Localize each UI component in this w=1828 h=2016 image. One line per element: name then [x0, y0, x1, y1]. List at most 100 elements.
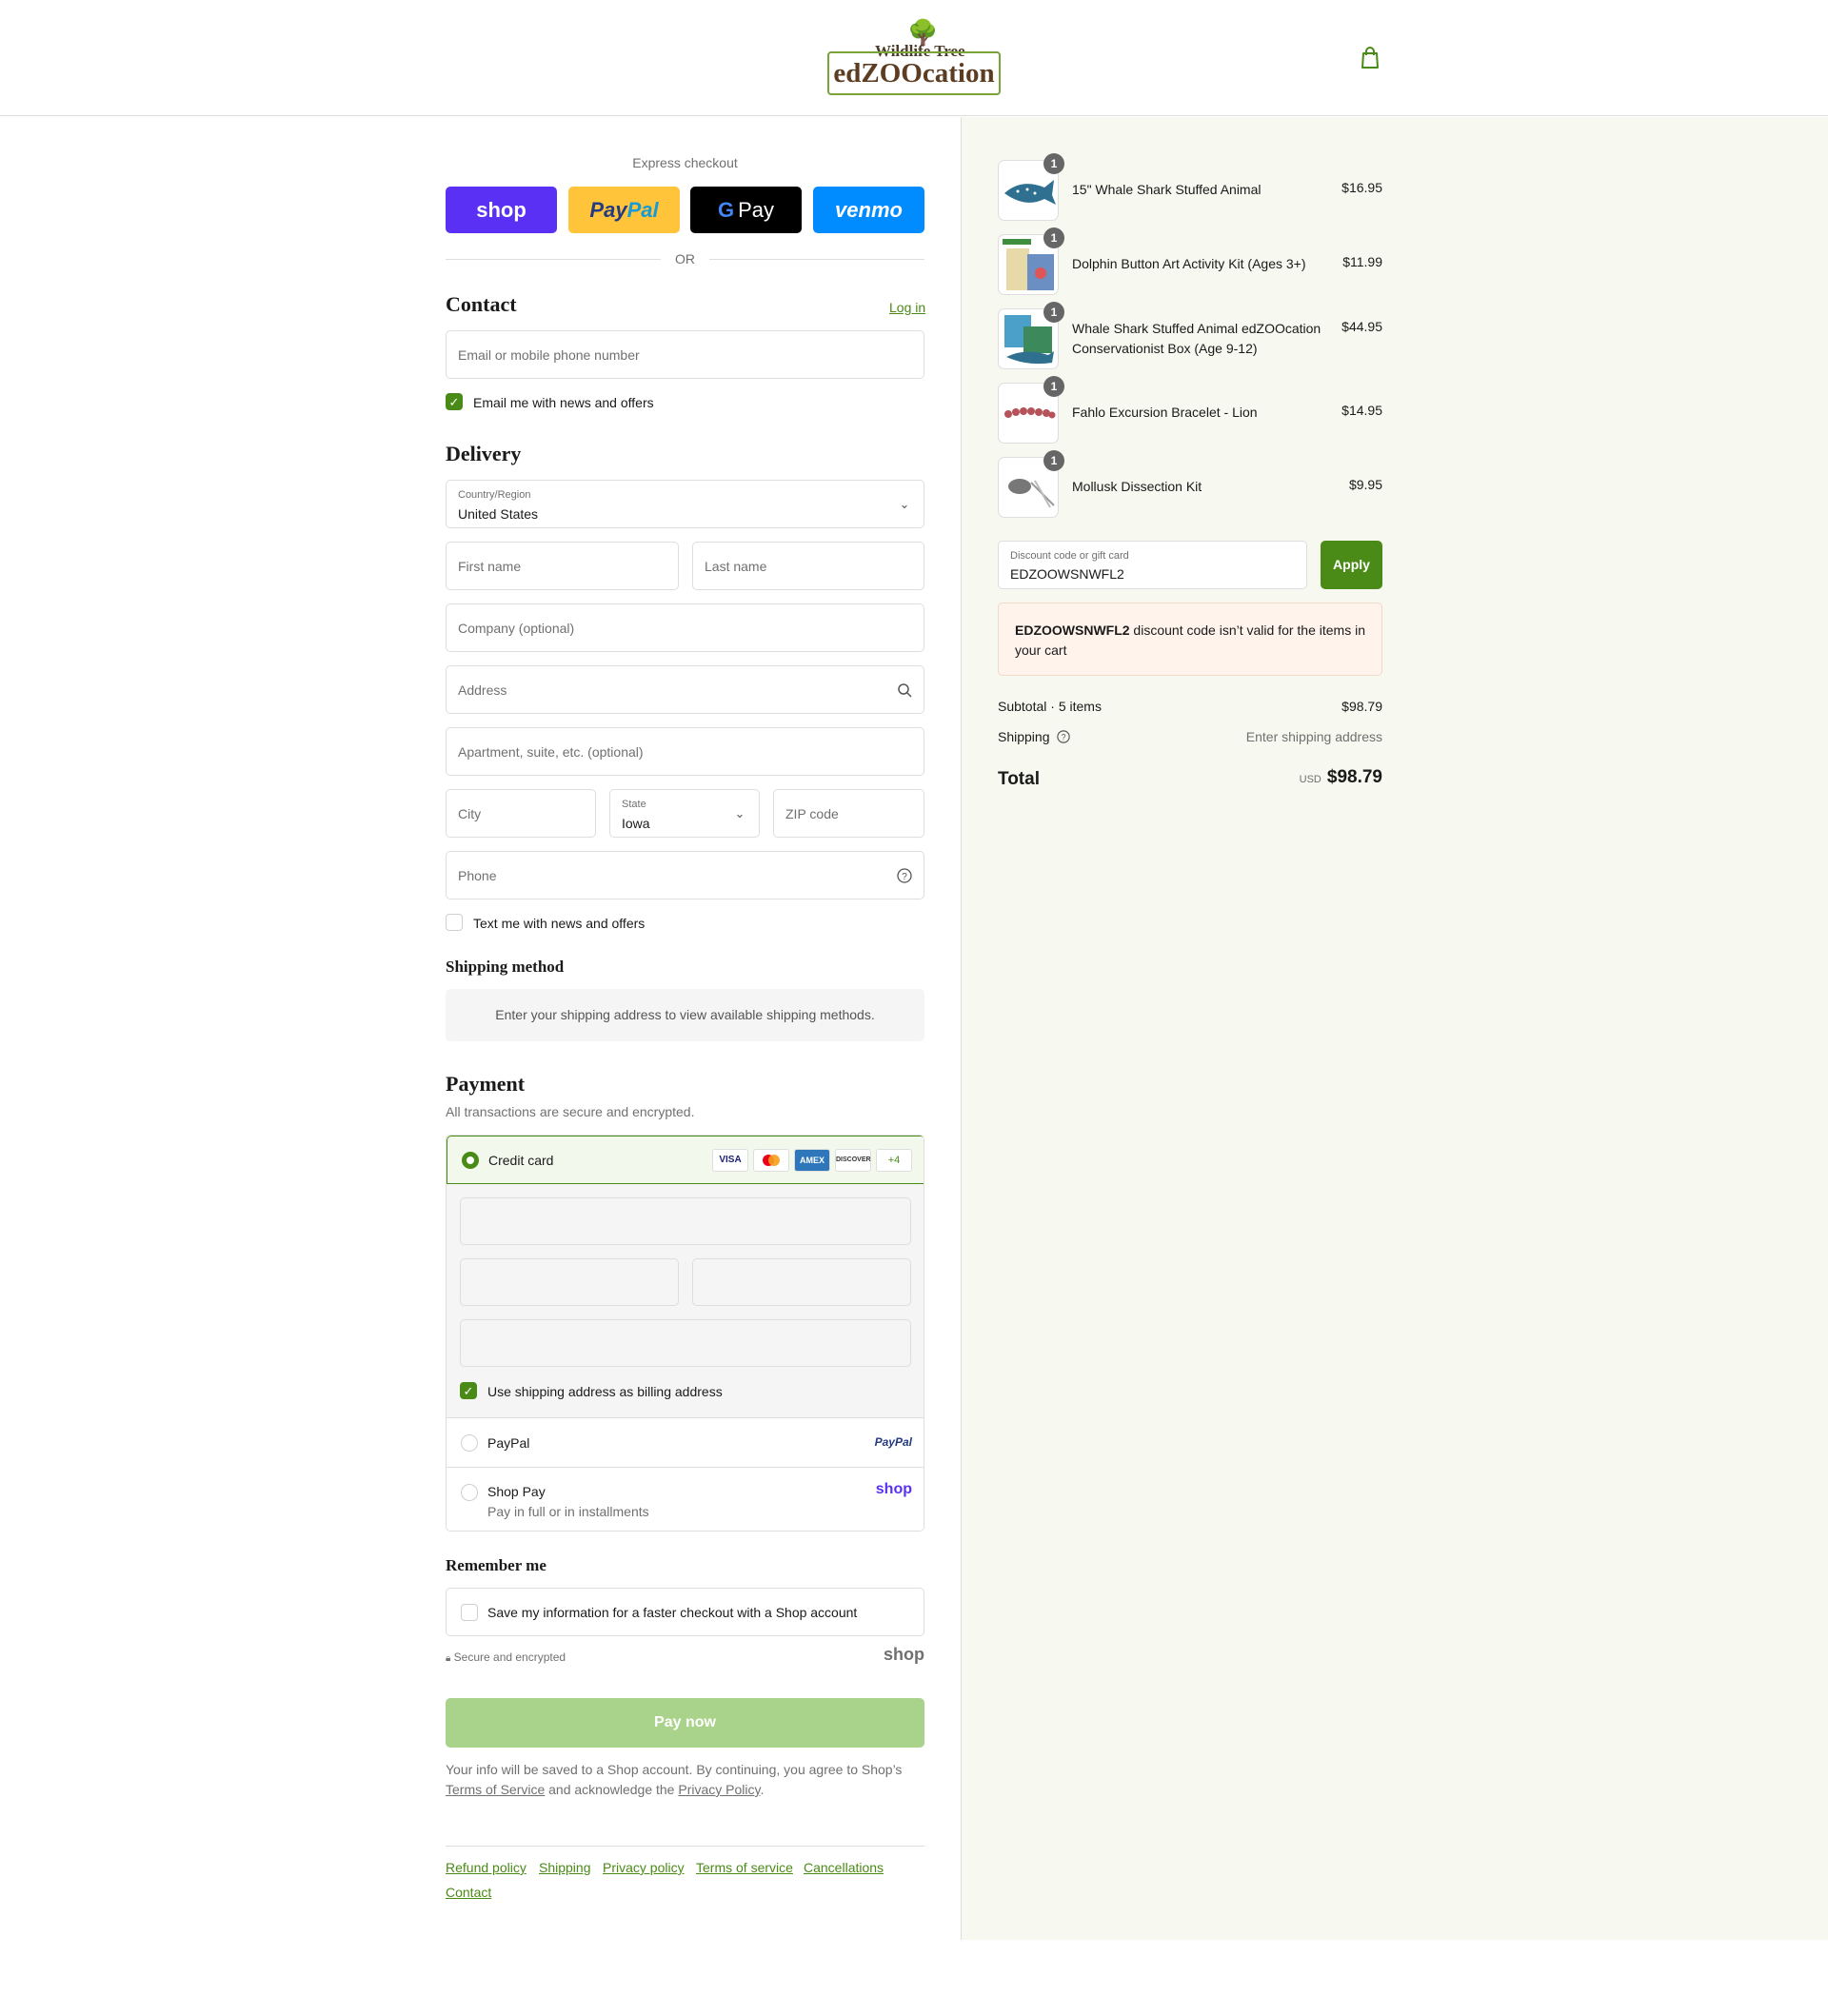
apartment-field[interactable]: Apartment, suite, etc. (optional): [446, 727, 924, 776]
email-news-checkbox[interactable]: ✓: [446, 393, 463, 410]
save-info-checkbox[interactable]: [461, 1604, 478, 1621]
item-price: $9.95: [1348, 477, 1382, 492]
chevron-down-icon: ⌄: [734, 806, 745, 820]
text-news-checkbox[interactable]: [446, 914, 463, 931]
shop-pay-subtitle: Pay in full or in installments: [487, 1504, 649, 1519]
venmo-express-button[interactable]: venmo: [813, 187, 924, 233]
terms-of-service-link[interactable]: Terms of Service: [446, 1782, 545, 1797]
shop-pay-option[interactable]: Shop Pay Pay in full or in installments …: [447, 1467, 924, 1531]
item-qty-badge: 1: [1043, 227, 1064, 248]
credit-card-option[interactable]: Credit card VISA AMEX DISCOVER +4: [447, 1136, 924, 1184]
item-name: Fahlo Excursion Bracelet - Lion: [1072, 405, 1258, 420]
more-cards-badge[interactable]: +4: [876, 1149, 912, 1172]
address-field[interactable]: Address: [446, 665, 924, 714]
apply-discount-button[interactable]: Apply: [1321, 541, 1382, 589]
or-divider: OR: [446, 249, 924, 268]
google-pay-express-button[interactable]: G Pay: [690, 187, 802, 233]
footer-refund-policy[interactable]: Refund policy: [446, 1860, 527, 1875]
pay-now-button[interactable]: Pay now: [446, 1698, 924, 1748]
paypal-radio[interactable]: [461, 1434, 478, 1452]
privacy-policy-link[interactable]: Privacy Policy: [678, 1782, 760, 1797]
google-icon: G: [717, 197, 735, 222]
payment-methods: Credit card VISA AMEX DISCOVER +4 ✓ Use …: [446, 1135, 924, 1532]
shop-footer-logo: shop: [884, 1645, 924, 1664]
card-number-field[interactable]: [460, 1197, 911, 1245]
footer-divider: [446, 1846, 924, 1847]
help-circle-icon[interactable]: ?: [1057, 730, 1071, 743]
item-name: 15" Whale Shark Stuffed Animal: [1072, 182, 1262, 197]
order-summary: [961, 117, 1828, 1940]
paypal-option[interactable]: PayPal PayPal: [447, 1417, 924, 1467]
shipping-label: Shipping ?: [998, 729, 1071, 744]
item-qty-badge: 1: [1043, 450, 1064, 471]
remember-me-box: Save my information for a faster checkou…: [446, 1588, 924, 1636]
currency-code: USD: [1299, 774, 1321, 785]
subtotal-label: Subtotal · 5 items: [998, 699, 1102, 714]
text-news-label: Text me with news and offers: [473, 916, 646, 931]
card-cvv-field[interactable]: [692, 1258, 911, 1306]
login-link[interactable]: Log in: [889, 300, 925, 315]
footer-cancellations[interactable]: Cancellations: [804, 1860, 884, 1875]
visa-icon: VISA: [712, 1149, 748, 1172]
item-price: $44.95: [1341, 319, 1382, 334]
shop-logo: shop: [875, 1481, 912, 1497]
last-name-field[interactable]: Last name: [692, 542, 924, 590]
chevron-down-icon: ⌄: [899, 497, 910, 511]
payment-subtitle: All transactions are secure and encrypte…: [446, 1104, 695, 1119]
search-icon: [898, 683, 912, 698]
total-value: USD $98.79: [1299, 767, 1382, 787]
shop-pay-express-button[interactable]: shop: [446, 187, 557, 233]
company-field[interactable]: Company (optional): [446, 603, 924, 652]
lock-icon: 🔒︎: [446, 1653, 451, 1664]
shop-pay-radio[interactable]: [461, 1484, 478, 1501]
mastercard-icon: [753, 1149, 789, 1172]
legal-text: Your info will be saved to a Shop accoun…: [446, 1762, 903, 1797]
contact-title: Contact: [446, 292, 517, 316]
footer-privacy-policy[interactable]: Privacy policy: [603, 1860, 685, 1875]
item-qty-badge: 1: [1043, 376, 1064, 397]
shopping-bag-icon[interactable]: [1360, 47, 1381, 69]
discount-code-field[interactable]: Discount code or gift card EDZOOWSNWFL2: [998, 541, 1307, 589]
subtotal-value: $98.79: [1341, 699, 1382, 714]
email-news-label: Email me with news and offers: [473, 395, 654, 410]
delivery-title: Delivery: [446, 442, 522, 465]
help-circle-icon[interactable]: ?: [897, 868, 912, 883]
credit-card-radio[interactable]: [462, 1152, 479, 1169]
billing-same-checkbox[interactable]: ✓: [460, 1382, 477, 1399]
paypal-express-button[interactable]: Pay Pal: [568, 187, 680, 233]
header: 🌳 Wildlife Tree edZOOcation: [0, 0, 1828, 116]
shipping-value: Enter shipping address: [1245, 729, 1382, 744]
item-price: $16.95: [1341, 180, 1382, 195]
email-field[interactable]: Email or mobile phone number: [446, 330, 924, 379]
first-name-field[interactable]: First name: [446, 542, 679, 590]
item-name: Dolphin Button Art Activity Kit (Ages 3+…: [1072, 256, 1306, 271]
svg-text:?: ?: [902, 872, 907, 882]
country-select[interactable]: Country/Region United States ⌄: [446, 480, 924, 528]
discover-icon: DISCOVER: [835, 1149, 871, 1172]
phone-field[interactable]: Phone ?: [446, 851, 924, 899]
item-name: Mollusk Dissection Kit: [1072, 479, 1202, 494]
discount-error-message: EDZOOWSNWFL2 discount code isn’t valid f…: [998, 603, 1382, 676]
remember-me-title: Remember me: [446, 1556, 546, 1574]
footer-terms-of-service[interactable]: Terms of service: [696, 1860, 793, 1875]
shipping-method-title: Shipping method: [446, 958, 565, 976]
shipping-method-info: Enter your shipping address to view avai…: [446, 989, 924, 1041]
state-select[interactable]: State Iowa ⌄: [609, 789, 760, 838]
billing-same-label: Use shipping address as billing address: [487, 1384, 723, 1399]
payment-title: Payment: [446, 1072, 526, 1096]
store-logo[interactable]: 🌳 Wildlife Tree edZOOcation: [827, 19, 1001, 95]
city-field[interactable]: City: [446, 789, 596, 838]
item-qty-badge: 1: [1043, 153, 1064, 174]
secure-note: 🔒︎ Secure and encrypted: [446, 1650, 566, 1664]
item-price: $11.99: [1342, 254, 1382, 269]
paypal-logo: PayPal: [874, 1435, 912, 1449]
card-expiry-field[interactable]: [460, 1258, 679, 1306]
logo-name: edZOOcation: [827, 51, 1001, 95]
footer-shipping[interactable]: Shipping: [539, 1860, 591, 1875]
item-qty-badge: 1: [1043, 302, 1064, 323]
zip-field[interactable]: ZIP code: [773, 789, 924, 838]
save-info-label: Save my information for a faster checkou…: [487, 1605, 858, 1620]
express-checkout-label: Express checkout: [632, 155, 738, 170]
footer-contact[interactable]: Contact: [446, 1885, 491, 1900]
card-name-field[interactable]: [460, 1319, 911, 1367]
